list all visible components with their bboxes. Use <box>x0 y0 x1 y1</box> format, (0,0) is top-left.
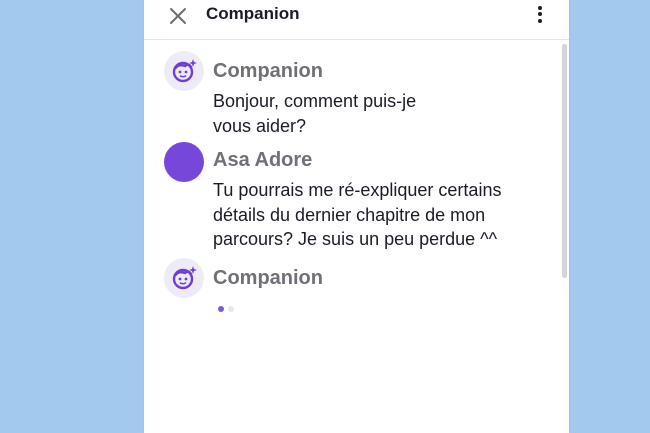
companion-avatar <box>164 258 204 298</box>
close-button[interactable] <box>164 2 192 30</box>
scrollbar[interactable] <box>562 44 567 278</box>
message-text: Bonjour, comment puis-je vous aider? <box>213 91 417 136</box>
user-avatar <box>164 142 204 182</box>
chat-panel: Companion Companion Bonjour, comment pui… <box>144 0 569 433</box>
more-options-button[interactable] <box>533 3 547 25</box>
message-text: Tu pourrais me ré-expliquer certains dét… <box>213 180 502 249</box>
more-vertical-icon <box>538 5 542 10</box>
chat-title: Companion <box>206 4 300 23</box>
typing-dot <box>228 306 234 312</box>
sender-name: Companion <box>213 267 323 289</box>
robot-face-icon <box>172 266 197 290</box>
companion-avatar <box>164 51 204 91</box>
typing-dot <box>218 306 224 312</box>
sender-name: Companion <box>213 60 323 82</box>
typing-indicator <box>218 306 234 312</box>
chat-header: Companion <box>144 0 569 40</box>
close-icon <box>170 8 186 24</box>
robot-face-icon <box>172 59 197 83</box>
sender-name: Asa Adore <box>213 149 313 171</box>
